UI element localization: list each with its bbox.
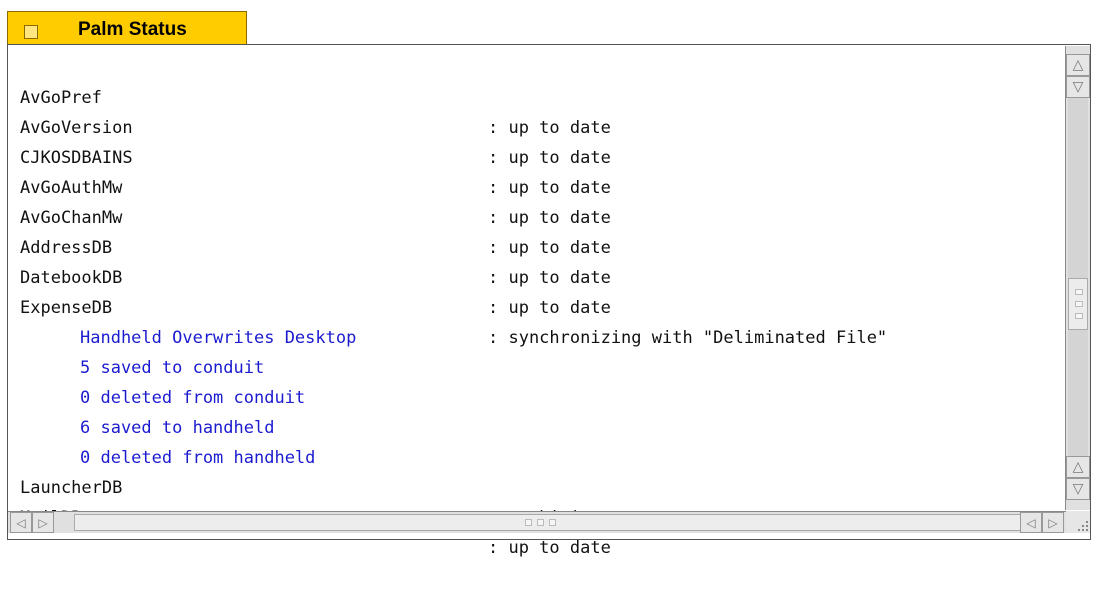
log-row: ExpenseDB : synchronizing with "Delimina… <box>20 263 887 348</box>
down-arrow-icon: ▽ <box>1072 481 1084 497</box>
window-title: Palm Status <box>78 19 187 40</box>
scroll-up-button-lower[interactable]: △ <box>1066 456 1090 478</box>
left-arrow-icon: ◁ <box>1026 515 1036 530</box>
horizontal-scrollbar[interactable]: ◁ ▷ ◁ ▷ <box>8 511 1066 533</box>
thumb-grip <box>537 519 544 526</box>
db-status: : up to date <box>488 208 611 228</box>
sync-detail-text: 0 deleted from handheld <box>80 448 316 468</box>
log-row: AddressDB : up to date <box>20 203 611 288</box>
sync-detail-text: Handheld Overwrites Desktop <box>80 328 357 348</box>
db-status: : up to date <box>488 268 611 288</box>
scroll-left-button[interactable]: ◁ <box>10 512 32 533</box>
thumb-grip <box>1075 313 1083 319</box>
scroll-down-button-lower[interactable]: ▽ <box>1066 478 1090 500</box>
log-row: AvGoChanMw : up to date <box>20 173 611 258</box>
right-arrow-icon: ▷ <box>38 515 48 530</box>
db-status: : up to date <box>488 148 611 168</box>
sync-detail-text: 5 saved to conduit <box>80 358 265 378</box>
left-arrow-icon: ◁ <box>16 515 26 530</box>
scroll-down-button[interactable]: ▽ <box>1066 76 1090 98</box>
window-close-box[interactable] <box>24 25 38 39</box>
up-arrow-icon: △ <box>1072 57 1084 73</box>
db-status: : synchronizing with "Deliminated File" <box>488 328 888 348</box>
scroll-right-button[interactable]: ▷ <box>32 512 54 533</box>
thumb-grip <box>549 519 556 526</box>
horizontal-scroll-thumb[interactable] <box>74 514 1024 531</box>
log-row: LauncherDB : archiving <box>20 443 601 528</box>
sync-detail-line: 0 deleted from handheld <box>20 413 315 468</box>
log-row: CJKOSDBAINS : up to date <box>20 113 611 198</box>
sync-detail-line: 0 deleted from conduit <box>20 353 305 408</box>
sync-detail-line: 6 saved to handheld <box>20 383 274 438</box>
log-row: AvGoVersion : up to date <box>20 83 611 168</box>
sync-detail-line: 5 saved to conduit <box>20 323 264 378</box>
db-status: : up to date <box>488 178 611 198</box>
db-status: : up to date <box>488 298 611 318</box>
log-row: AvGoAuthMw : up to date <box>20 143 611 228</box>
log-row: AvGoPref : up to date <box>20 53 611 138</box>
db-status: : up to date <box>488 538 611 558</box>
scroll-up-button[interactable]: △ <box>1066 54 1090 76</box>
scroll-right-button-right[interactable]: ▷ <box>1042 512 1064 533</box>
log-row: DatebookDB : up to date <box>20 233 611 318</box>
db-status: : up to date <box>488 238 611 258</box>
sync-detail-line: Handheld Overwrites Desktop <box>20 293 356 348</box>
sync-detail-text: 6 saved to handheld <box>80 418 275 438</box>
window-title-tab[interactable]: Palm Status <box>7 11 247 44</box>
vertical-scroll-track[interactable] <box>1068 98 1088 456</box>
sync-detail-text: 0 deleted from conduit <box>80 388 306 408</box>
vertical-scrollbar[interactable]: △ ▽ △ ▽ <box>1065 46 1090 510</box>
log-row: MailDB : up to date <box>20 473 611 558</box>
thumb-grip <box>1075 301 1083 307</box>
up-arrow-icon: △ <box>1072 459 1084 475</box>
db-status: : up to date <box>488 118 611 138</box>
thumb-grip <box>525 519 532 526</box>
right-arrow-icon: ▷ <box>1048 515 1058 530</box>
down-arrow-icon: ▽ <box>1072 79 1084 95</box>
thumb-grip <box>1075 289 1083 295</box>
status-log: AvGoPref : up to date AvGoVersion : up t… <box>20 53 1060 558</box>
resize-grip-icon[interactable] <box>1066 511 1090 533</box>
scroll-left-button-right[interactable]: ◁ <box>1020 512 1042 533</box>
vertical-scroll-thumb[interactable] <box>1068 278 1088 330</box>
